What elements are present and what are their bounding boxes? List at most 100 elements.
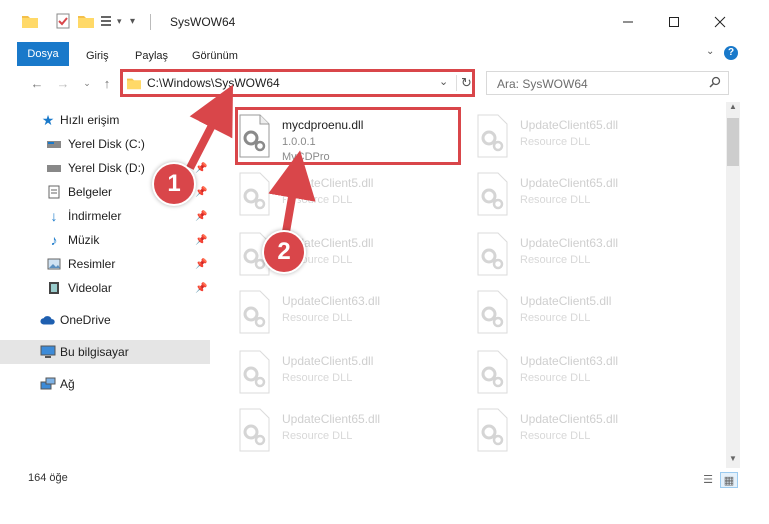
folder-icon	[22, 12, 38, 30]
back-arrow-icon[interactable]: ←	[28, 72, 46, 94]
download-arrow-icon: ↓	[50, 208, 58, 224]
file-tile[interactable]: UpdateClient63.dll Resource DLL	[460, 224, 690, 280]
dll-file-icon	[239, 408, 270, 452]
address-dropdown-icon[interactable]: ⌄	[439, 75, 448, 88]
search-placeholder: Ara: SysWOW64	[497, 77, 588, 91]
tab-home[interactable]: Giriş	[86, 46, 109, 66]
tab-share[interactable]: Paylaş	[135, 46, 168, 66]
dropdown-arrow-icon[interactable]: ▾	[117, 12, 122, 30]
help-icon[interactable]: ?	[724, 46, 738, 60]
file-tile[interactable]: UpdateClient5.dll Resource DLL	[222, 224, 452, 280]
file-tile[interactable]: UpdateClient65.dll Resource DLL	[222, 400, 452, 456]
file-desc: Resource DLL	[520, 430, 591, 442]
address-path: C:\Windows\SysWOW64	[147, 76, 280, 90]
new-folder-icon[interactable]	[78, 12, 94, 30]
file-tile[interactable]: UpdateClient65.dll Resource DLL	[460, 106, 690, 162]
file-highlight-box	[235, 107, 461, 165]
drive-icon	[46, 160, 62, 176]
details-view-icon[interactable]: ☰	[700, 472, 716, 486]
refresh-icon[interactable]: ↻	[456, 75, 472, 91]
file-desc: Resource DLL	[520, 254, 591, 266]
properties-icon[interactable]	[56, 12, 70, 30]
up-arrow-icon[interactable]: ↑	[98, 72, 116, 94]
minimize-button[interactable]	[605, 8, 651, 36]
dll-file-icon	[239, 290, 270, 334]
sidebar-item-this-pc[interactable]: Bu bilgisayar	[0, 340, 210, 364]
file-name: UpdateClient5.dll	[282, 354, 374, 368]
scroll-up-icon[interactable]: ▲	[729, 102, 737, 111]
music-note-icon: ♪	[50, 232, 58, 248]
file-desc: Resource DLL	[520, 136, 591, 148]
sidebar-item-quick-access[interactable]: ★ Hızlı erişim	[0, 108, 210, 132]
forward-arrow-icon[interactable]: →	[54, 72, 72, 94]
file-name: UpdateClient63.dll	[520, 236, 619, 250]
tab-file[interactable]: Dosya	[17, 42, 69, 66]
pin-icon[interactable]: 📌	[195, 187, 207, 198]
dll-file-icon	[239, 172, 270, 216]
drive-icon	[46, 136, 62, 152]
callout-badge-2: 2	[262, 230, 306, 274]
file-tile[interactable]: UpdateClient65.dll Resource DLL	[460, 164, 690, 220]
search-icon	[709, 76, 721, 91]
sidebar-item-network[interactable]: Ağ	[0, 372, 210, 396]
pin-icon[interactable]: 📌	[195, 211, 207, 222]
film-icon	[46, 280, 62, 296]
title-separator	[150, 14, 151, 30]
address-bar[interactable]: C:\Windows\SysWOW64 ⌄ ↻	[120, 71, 475, 95]
dll-file-icon	[477, 172, 508, 216]
file-name: UpdateClient5.dll	[520, 294, 612, 308]
tiles-view-icon[interactable]: ▦	[720, 472, 738, 488]
sidebar-item-onedrive[interactable]: OneDrive	[0, 308, 210, 332]
customize-icon[interactable]	[100, 12, 116, 30]
scroll-down-icon[interactable]: ▼	[729, 454, 737, 463]
pin-icon[interactable]: 📌	[195, 259, 207, 270]
recent-locations-chevron-icon[interactable]: ⌄	[78, 72, 96, 94]
expand-ribbon-icon[interactable]: ⌄	[706, 46, 714, 57]
file-desc: Resource DLL	[282, 430, 353, 442]
sidebar-item-label: Ağ	[60, 377, 75, 391]
picture-icon	[46, 256, 62, 272]
file-tile[interactable]: UpdateClient63.dll Resource DLL	[222, 282, 452, 338]
dll-file-icon	[477, 408, 508, 452]
file-desc: Resource DLL	[282, 372, 353, 384]
sidebar-item-label: Müzik	[68, 233, 100, 247]
quick-access-toolbar-chevron-icon[interactable]: ▾	[130, 12, 135, 30]
pin-icon[interactable]: 📌	[195, 283, 207, 294]
file-name: UpdateClient63.dll	[282, 294, 381, 308]
address-folder-icon	[127, 76, 141, 93]
file-name: UpdateClient63.dll	[520, 354, 619, 368]
scroll-thumb[interactable]	[727, 118, 739, 166]
sidebar-item-videos[interactable]: Videolar 📌	[0, 276, 210, 300]
network-icon	[40, 376, 56, 392]
sidebar-item-local-disk-c[interactable]: Yerel Disk (C:) 📌	[0, 132, 210, 156]
file-name: UpdateClient65.dll	[520, 412, 619, 426]
maximize-button[interactable]	[651, 8, 697, 36]
file-desc: Resource DLL	[520, 194, 591, 206]
file-name: UpdateClient5.dll	[282, 176, 374, 190]
file-tile[interactable]: UpdateClient65.dll Resource DLL	[460, 400, 690, 456]
search-input[interactable]: Ara: SysWOW64	[486, 71, 729, 95]
file-desc: Resource DLL	[520, 312, 591, 324]
file-tile[interactable]: UpdateClient63.dll Resource DLL	[460, 342, 690, 398]
file-tile[interactable]: UpdateClient5.dll Resource DLL	[222, 164, 452, 220]
close-button[interactable]	[697, 8, 743, 36]
file-tile[interactable]: UpdateClient5.dll Resource DLL	[460, 282, 690, 338]
tab-view[interactable]: Görünüm	[192, 46, 238, 66]
dll-file-icon	[239, 350, 270, 394]
dll-file-icon	[477, 290, 508, 334]
sidebar-item-music[interactable]: ♪ Müzik 📌	[0, 228, 210, 252]
file-desc: Resource DLL	[282, 312, 353, 324]
pin-icon[interactable]: 📌	[195, 139, 207, 150]
sidebar-item-downloads[interactable]: ↓ İndirmeler 📌	[0, 204, 210, 228]
pin-icon[interactable]: 📌	[195, 235, 207, 246]
sidebar-item-label: Belgeler	[68, 185, 113, 199]
sidebar-item-label: Hızlı erişim	[60, 113, 120, 127]
file-tile[interactable]: UpdateClient5.dll Resource DLL	[222, 342, 452, 398]
sidebar-item-label: İndirmeler	[68, 209, 122, 223]
pin-icon[interactable]: 📌	[195, 163, 207, 174]
sidebar-item-label: Yerel Disk (D:)	[68, 161, 145, 175]
ribbon	[0, 40, 769, 66]
sidebar-item-pictures[interactable]: Resimler 📌	[0, 252, 210, 276]
sidebar-item-label: OneDrive	[60, 313, 111, 327]
cloud-icon	[40, 312, 56, 328]
